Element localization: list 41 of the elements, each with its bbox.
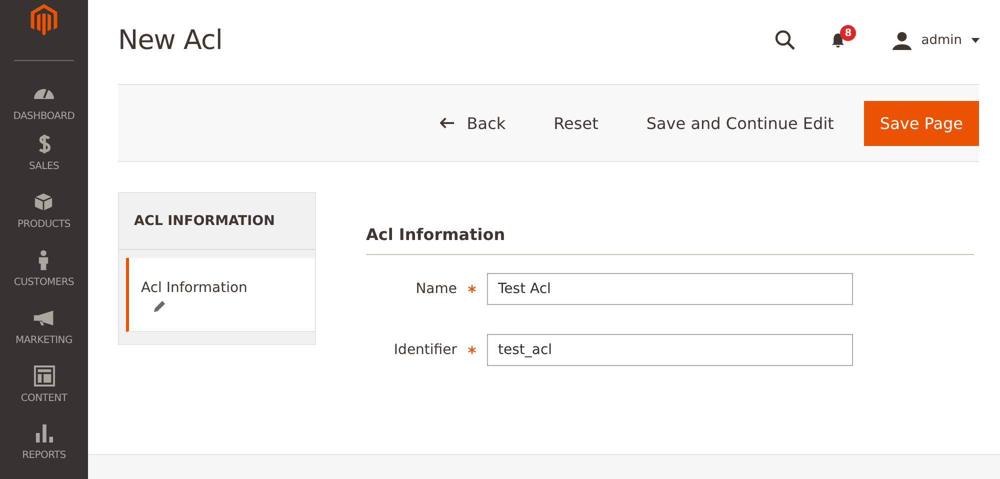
nav-label: MARKETING	[16, 334, 72, 346]
nav-label: REPORTS	[22, 450, 66, 462]
save-page-button[interactable]: Save Page	[864, 100, 979, 146]
bar-chart-icon	[34, 422, 54, 444]
input-field[interactable]: Test Acl	[487, 273, 853, 305]
search-icon[interactable]	[775, 30, 796, 50]
field-label: Name	[414, 281, 457, 297]
box-icon	[34, 191, 54, 214]
back-arrow-icon	[440, 117, 455, 129]
nav-item[interactable]: PRODUCTS	[18, 190, 70, 248]
notification-count: 8	[840, 25, 856, 41]
dollar-icon	[38, 133, 50, 156]
nav-label: DASHBOARD	[13, 110, 75, 122]
user-icon	[892, 30, 912, 50]
tab-item[interactable]: Acl Information	[126, 258, 315, 332]
section-title: Acl Information	[366, 225, 974, 255]
nav-item[interactable]: SALES	[28, 132, 60, 190]
nav-label: SALES	[28, 161, 60, 172]
back-button[interactable]: Back	[416, 114, 530, 132]
user-menu[interactable]: admin	[892, 30, 980, 50]
nav-item[interactable]: REPORTS	[22, 421, 66, 479]
person-icon	[38, 248, 50, 271]
bell-icon	[831, 32, 846, 48]
notifications-button[interactable]	[831, 32, 846, 48]
input-field[interactable]: test_acl	[487, 334, 853, 366]
reset-button[interactable]: Reset	[530, 114, 622, 132]
save-and-continue-button[interactable]: Save and Continue Edit	[622, 114, 858, 132]
field-label: Identifier	[392, 342, 457, 358]
nav-item[interactable]: MARKETING	[16, 306, 72, 364]
pencil-icon	[153, 300, 166, 313]
logo-icon	[30, 4, 58, 36]
nav-label: PRODUCTS	[18, 219, 70, 230]
tabs-title: ACL INFORMATION	[119, 193, 315, 250]
nav-item[interactable]: DASHBOARD	[13, 74, 75, 132]
page-title: New Acl	[118, 24, 222, 56]
nav-label: CONTENT	[20, 392, 68, 404]
nav-label: CUSTOMERS	[14, 276, 74, 288]
layout-icon	[34, 364, 54, 386]
caret-icon	[971, 38, 980, 42]
nav-item[interactable]: CUSTOMERS	[14, 248, 74, 306]
nav-item[interactable]: CONTENT	[20, 364, 68, 422]
